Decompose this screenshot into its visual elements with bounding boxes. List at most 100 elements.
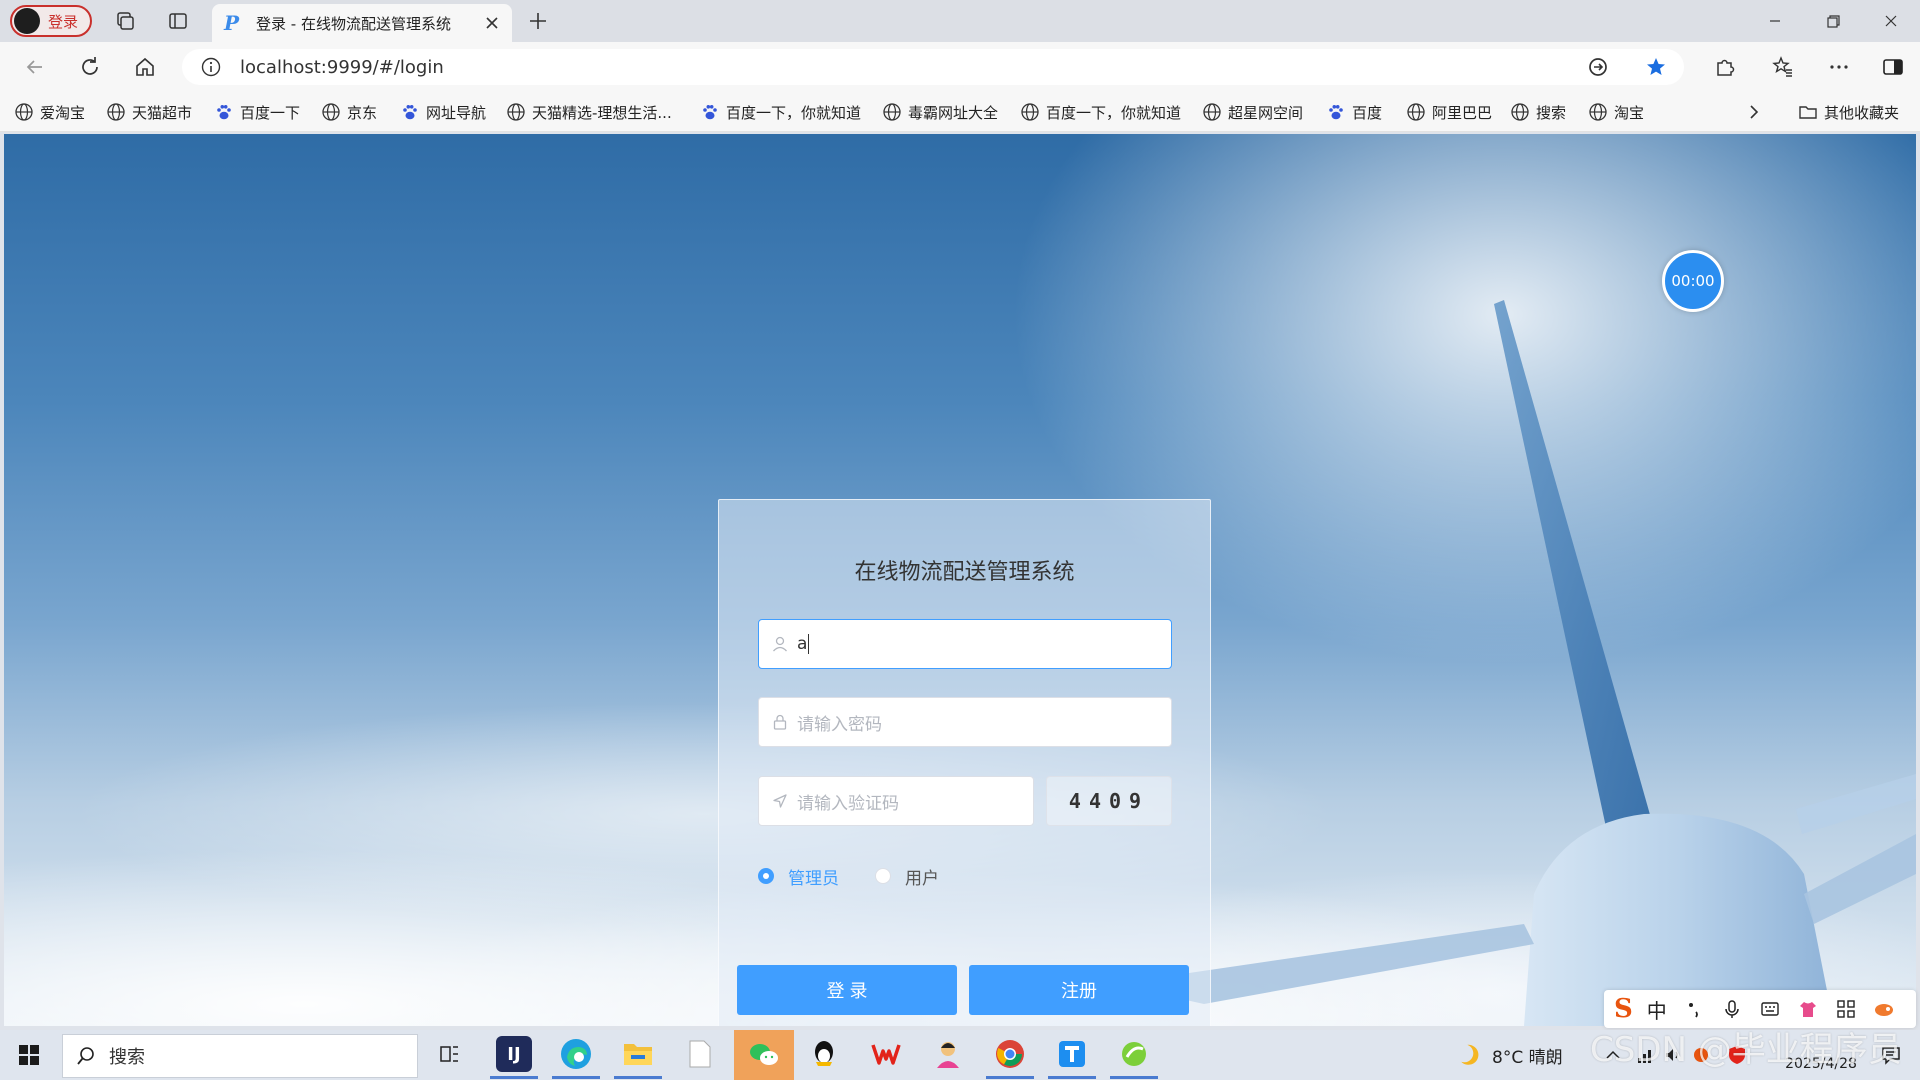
profile-label: 登录 — [48, 12, 79, 31]
username-value: a — [797, 634, 810, 654]
globe-icon — [882, 102, 902, 122]
address-bar[interactable]: localhost:9999/#/login — [182, 49, 1684, 85]
bookmark-label: 阿里巴巴 — [1432, 103, 1493, 122]
bookmark-item[interactable]: 搜索 — [1510, 101, 1566, 123]
weather-widget[interactable]: 8°C 晴朗 — [1456, 1042, 1563, 1068]
home-icon[interactable] — [132, 54, 158, 80]
folder-icon — [1798, 102, 1818, 122]
workspaces-icon[interactable] — [113, 9, 137, 33]
password-input[interactable]: 请输入密码 — [758, 697, 1172, 747]
windows-start-icon[interactable] — [18, 1044, 40, 1066]
extensions-icon[interactable] — [1712, 54, 1738, 80]
close-tab-icon[interactable] — [482, 13, 502, 33]
sogou-logo-icon[interactable]: S — [1614, 994, 1633, 1024]
wps-office-icon[interactable] — [868, 1036, 904, 1072]
role-radio-admin[interactable]: 管理员 — [758, 864, 839, 889]
assistant-avatar-icon[interactable] — [930, 1036, 966, 1072]
qq-penguin-icon[interactable] — [806, 1036, 842, 1072]
bookmark-label: 京东 — [347, 103, 378, 122]
ime-mascot-icon[interactable] — [1873, 998, 1895, 1020]
taskbar-search-box[interactable]: 搜索 — [62, 1034, 418, 1078]
microphone-icon[interactable] — [1721, 998, 1743, 1020]
sidebar-toggle-icon[interactable] — [1880, 54, 1906, 80]
bookmark-item[interactable]: 百度一下 — [214, 101, 300, 123]
globe-icon — [321, 102, 341, 122]
globe-icon — [506, 102, 526, 122]
bookmark-item[interactable]: 百度一下，你就知道 — [700, 101, 861, 123]
register-button[interactable]: 注册 — [969, 965, 1189, 1015]
login-title: 在线物流配送管理系统 — [854, 560, 1075, 585]
send-arrow-icon — [771, 792, 789, 810]
intellij-idea-icon[interactable]: IJ — [496, 1036, 532, 1072]
running-indicator — [614, 1076, 662, 1079]
bookmark-label: 超星网空间 — [1228, 103, 1304, 122]
browser-tab-active[interactable]: P 登录 - 在线物流配送管理系统 — [212, 4, 512, 42]
new-tab-icon[interactable] — [526, 9, 550, 33]
browser-navbar: localhost:9999/#/login — [0, 42, 1920, 92]
baidu-paw-icon — [214, 102, 234, 122]
search-icon — [75, 1045, 97, 1067]
profile-button[interactable]: 登录 — [10, 5, 92, 37]
role-label: 管理员 — [788, 868, 839, 889]
bookmark-label: 百度一下，你就知道 — [726, 103, 862, 122]
bookmark-item[interactable]: 阿里巴巴 — [1406, 101, 1492, 123]
bookmark-item[interactable]: 百度 — [1326, 101, 1382, 123]
tab-title: 登录 - 在线物流配送管理系统 — [256, 14, 451, 33]
username-input[interactable]: a — [758, 619, 1172, 669]
minimize-icon[interactable] — [1762, 8, 1788, 34]
green-app-icon[interactable] — [1116, 1036, 1152, 1072]
favorites-icon[interactable] — [1770, 54, 1796, 80]
tab-actions-icon[interactable] — [166, 9, 190, 33]
notepad-file-icon[interactable] — [682, 1036, 718, 1072]
bookmark-item[interactable]: 毒霸网址大全 — [882, 101, 998, 123]
captcha-input[interactable]: 请输入验证码 — [758, 776, 1034, 826]
login-button[interactable]: 登 录 — [737, 965, 957, 1015]
wechat-icon[interactable] — [734, 1030, 794, 1080]
bookmarks-overflow-chevron-icon[interactable] — [1744, 101, 1764, 123]
bookmark-item[interactable]: 京东 — [321, 101, 377, 123]
site-favicon-icon: P — [224, 11, 240, 35]
other-bookmarks-label: 其他收藏夹 — [1824, 103, 1900, 122]
ime-mode-toggle[interactable]: 中 — [1647, 995, 1667, 1024]
punctuation-icon[interactable] — [1683, 998, 1705, 1020]
bookmark-item[interactable]: 网址导航 — [400, 101, 486, 123]
baidu-paw-icon — [1326, 102, 1346, 122]
role-radio-user[interactable]: 用户 — [875, 864, 939, 889]
file-explorer-icon[interactable] — [620, 1036, 656, 1072]
task-view-icon[interactable] — [432, 1036, 468, 1072]
bookmark-label: 天猫精选-理想生活... — [532, 103, 672, 122]
back-icon[interactable] — [22, 54, 48, 80]
browser-tab-strip: 登录 P 登录 - 在线物流配送管理系统 — [0, 0, 1920, 42]
radio-dot — [758, 868, 774, 884]
keyboard-icon[interactable] — [1759, 998, 1781, 1020]
site-info-icon[interactable] — [200, 56, 222, 78]
password-placeholder: 请输入密码 — [797, 714, 882, 735]
edge-browser-icon[interactable] — [558, 1036, 594, 1072]
translate-refresh-icon[interactable] — [1586, 55, 1610, 79]
bookmark-item[interactable]: 超星网空间 — [1202, 101, 1303, 123]
skin-shirt-icon[interactable] — [1797, 998, 1819, 1020]
favorite-star-icon[interactable] — [1644, 55, 1668, 79]
bookmark-item[interactable]: 百度一下，你就知道 — [1020, 101, 1181, 123]
toolbox-grid-icon[interactable] — [1835, 998, 1857, 1020]
globe-icon — [1406, 102, 1426, 122]
taskbar-search-label: 搜索 — [109, 1047, 145, 1068]
reload-icon[interactable] — [77, 54, 103, 80]
chrome-icon[interactable] — [992, 1036, 1028, 1072]
restore-icon[interactable] — [1820, 8, 1846, 34]
login-page-background: 00:00 在线物流配送管理系统 a 请输入密码 请输入验证码 4409 管理员… — [4, 134, 1916, 1026]
bookmark-item[interactable]: 淘宝 — [1588, 101, 1644, 123]
bookmarks-bar: 爱淘宝 天猫超市 百度一下 京东 网址导航 天猫精选-理想生活... 百度一下，… — [0, 92, 1920, 132]
captcha-code-image[interactable]: 4409 — [1046, 776, 1172, 826]
radio-dot — [875, 868, 891, 884]
typora-t-icon[interactable] — [1054, 1036, 1090, 1072]
recording-timer[interactable]: 00:00 — [1662, 250, 1724, 312]
more-menu-icon[interactable] — [1826, 54, 1852, 80]
bookmark-item[interactable]: 天猫超市 — [106, 101, 192, 123]
url-text: localhost:9999/#/login — [240, 56, 444, 78]
bookmark-item[interactable]: 爱淘宝 — [14, 101, 85, 123]
other-bookmarks-folder[interactable]: 其他收藏夹 — [1798, 101, 1899, 123]
role-radio-group: 管理员 用户 — [758, 864, 975, 889]
close-window-icon[interactable] — [1878, 8, 1904, 34]
bookmark-item[interactable]: 天猫精选-理想生活... — [506, 101, 672, 123]
